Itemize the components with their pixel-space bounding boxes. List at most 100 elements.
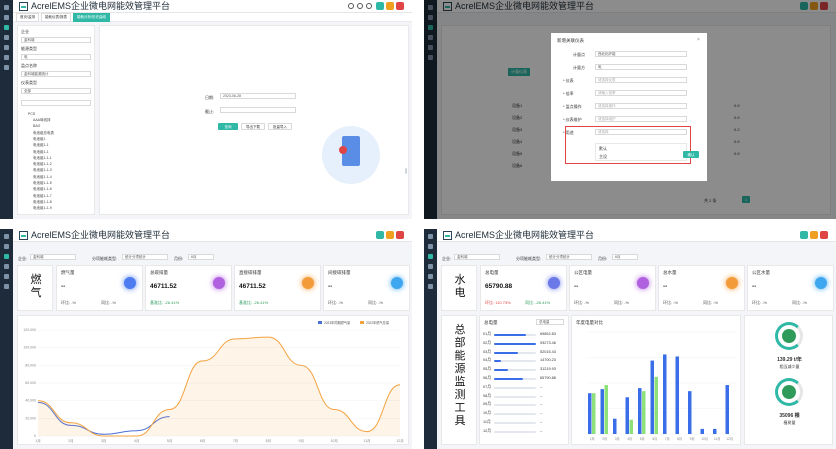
settings-icon[interactable] [4,65,9,70]
group-select[interactable]: 统计分项统计 [122,254,168,260]
tab-history[interactable]: 能耗分析/历史曲线 [72,12,110,22]
status-pill-orange[interactable] [386,231,394,239]
month-select[interactable]: 6月 [188,254,214,260]
fullscreen-icon[interactable] [348,3,354,9]
result-panel: 日期: 2023-06-28 截止: 查询 导出下载 批量导入 [99,25,409,215]
company-select[interactable]: 金科城 [454,254,500,260]
status-pill-green[interactable] [376,231,384,239]
month-select[interactable]: 6月 [612,254,638,260]
company-select[interactable]: 金科城 [30,254,76,260]
list-month: 01月 [483,332,492,336]
status-pill-green[interactable] [800,231,808,239]
chart-icon[interactable] [4,264,9,269]
dialog-field-input[interactable]: 请选择操作 [595,103,687,109]
tab-home[interactable]: 首页/监测 [16,12,39,22]
import-button[interactable]: 批量导入 [268,123,292,130]
status-pill-orange[interactable] [810,231,818,239]
tree-item[interactable]: BAG [33,124,40,128]
kpi-sub1: 环比: -% [61,300,77,305]
legend-label[interactable]: 2023年同期燃气量 [324,320,351,325]
legend-label[interactable]: 2022年燃气总量 [366,320,390,325]
status-pill-red[interactable] [396,231,404,239]
group-label: 分项能耗类型: [92,256,118,261]
menu-icon[interactable] [4,234,9,239]
status-pill-orange[interactable] [386,2,394,10]
export-button[interactable]: 导出下载 [241,123,265,130]
dialog-title: 新增关联仪表 [557,38,584,43]
dropdown-option[interactable]: 默认 [599,146,607,152]
y-tick-label: 0 [34,434,36,438]
tree-item[interactable]: 电池组1-1-2 [33,162,52,167]
dialog-field-input[interactable]: 请输入倍率 [595,90,687,96]
list-month: 07月 [483,384,492,389]
legend-swatch [318,321,322,324]
status-pill-red[interactable] [396,2,404,10]
company-label: 企业: [442,256,452,261]
query-button[interactable]: 查询 [218,123,238,130]
report-icon[interactable] [4,274,9,279]
series-area [38,337,400,436]
tree-item[interactable]: 电池组1-1 [33,150,49,155]
status-pill-green[interactable] [376,2,384,10]
status-pill-red[interactable] [820,231,828,239]
x-tick-label: 1月 [35,438,40,443]
month-label: 月份: [598,256,608,261]
confirm-button[interactable]: 确认 [683,151,699,158]
dialog-field-input[interactable]: 西北化纤能 [595,51,687,57]
report-icon[interactable] [4,45,9,50]
dialog-field-input[interactable]: 电 [595,64,687,70]
dashboard-icon[interactable] [428,254,433,259]
tab-meter-report[interactable]: 能耗仪表/报表 [40,12,71,22]
tree-root[interactable]: PCS [28,112,35,116]
eco2-value: 35096 棵 [779,413,800,419]
y-tick-label: 80,000 [25,363,36,367]
tree-item[interactable]: 电池组1-1-9 [33,206,52,211]
tree-item[interactable]: 电池组总电表 [33,131,54,136]
search-icon[interactable] [357,3,363,9]
close-icon[interactable]: × [697,37,700,43]
error-icon [339,146,347,154]
list-track [494,360,536,363]
range-input[interactable] [220,107,296,113]
tree-item[interactable]: 电池组1 [33,137,45,142]
kpi-card: 间接碳排量 -- 环比: -% 同比: -% [323,265,410,311]
report-icon[interactable] [428,274,433,279]
tree-item[interactable]: 电池组1-1-7 [33,194,52,199]
tree-item[interactable]: 电池组1-1-8 [33,200,52,205]
home-icon[interactable] [4,244,9,249]
date-label: 日期: [205,95,215,100]
home-icon[interactable] [428,244,433,249]
tree-item[interactable]: 电池组1-1-4 [33,175,52,180]
list-track [494,369,536,372]
kpi-icon [124,277,136,289]
kpi-name: 总电量 [485,270,499,275]
date-input[interactable]: 2023-06-28 [220,93,296,99]
tree-item[interactable]: 电池组1-1 [33,143,49,148]
bell-icon[interactable] [366,3,372,9]
settings-icon[interactable] [4,284,9,289]
tree-item[interactable]: 电池组1-1-1 [33,156,52,161]
power-bar-chart: 1月 2月 3月 4月 5月 6月 7月 8月 9月 10月 11月 12月 [586,331,736,441]
dashboard-icon[interactable] [4,254,9,259]
gas-line-chart: 0 20,000 40,000 60,000 80,000 100,000 120,000 1… [23,320,403,443]
group-select[interactable]: 统计分项统计 [546,254,592,260]
settings-icon[interactable] [428,284,433,289]
menu-icon[interactable] [4,5,9,10]
tree-item[interactable]: 电池组1-1-5 [33,181,52,186]
home-icon[interactable] [4,15,9,20]
meter-icon[interactable] [4,25,9,30]
chart-icon[interactable] [4,35,9,40]
tree-item[interactable]: 电池组1-1-6 [33,187,52,192]
dropdown-option[interactable]: 主设 [599,154,607,160]
tree-item[interactable]: AAA母线排 [33,118,51,123]
dialog-field-input[interactable]: 请选择仪表 [595,77,687,83]
add-meter-dialog: 新增关联仪表 × 计量点 西北化纤能 计量方 电 * 仪表 请选择仪表 * 倍率 请输入倍率 *… [551,33,707,181]
scrollbar[interactable] [405,168,407,174]
menu-icon[interactable] [428,234,433,239]
tree-item[interactable]: 电池组1-1-3 [33,168,52,173]
chart-icon[interactable] [428,264,433,269]
list-track [494,378,536,380]
dialog-field-input[interactable]: 请选择维护 [595,116,687,122]
list-select[interactable]: 总电量 [536,319,564,325]
alarm-icon[interactable] [4,55,9,60]
